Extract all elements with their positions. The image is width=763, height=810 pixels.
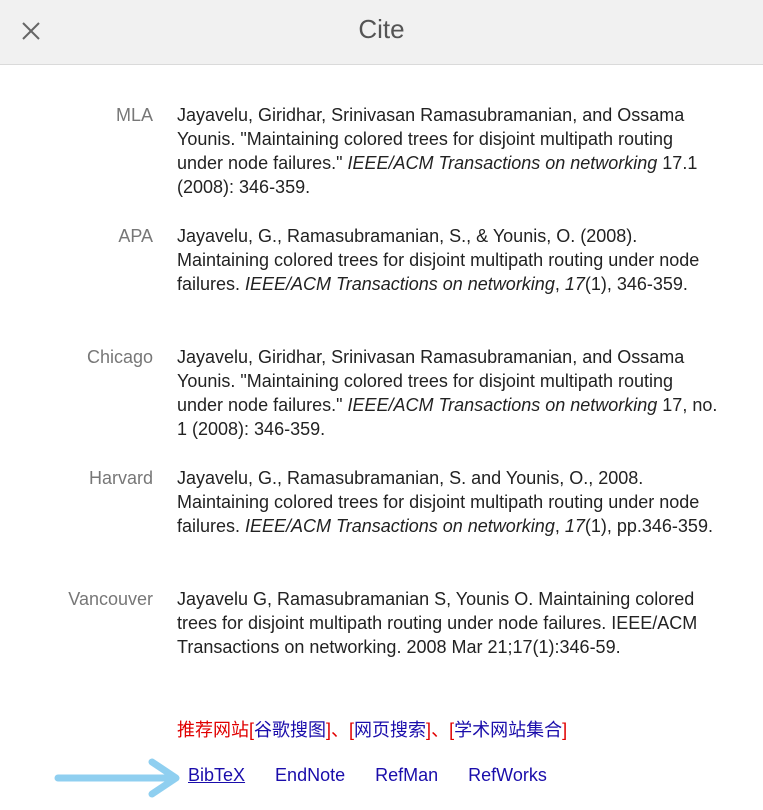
citation-row-harvard: Harvard Jayavelu, G., Ramasubramanian, S.… bbox=[0, 466, 763, 562]
citation-format-label: MLA bbox=[115, 105, 153, 125]
citation-italic-part: 17 bbox=[564, 516, 585, 536]
citation-format-label: Harvard bbox=[88, 468, 153, 488]
link-academic-sites[interactable]: 学术网站集合 bbox=[454, 720, 562, 740]
citation-row-apa: APA Jayavelu, G., Ramasubramanian, S., & … bbox=[0, 224, 763, 320]
refworks-link[interactable]: RefWorks bbox=[468, 765, 547, 785]
export-links: BibTeX EndNote RefMan RefWorks bbox=[188, 763, 577, 787]
citation-text[interactable]: Jayavelu G, Ramasubramanian S, Younis O.… bbox=[177, 587, 722, 659]
citation-format-label: Chicago bbox=[86, 347, 153, 367]
citation-text[interactable]: Jayavelu, G., Ramasubramanian, S. and Yo… bbox=[177, 466, 722, 538]
citation-part: Jayavelu G, Ramasubramanian S, Younis O.… bbox=[177, 589, 698, 657]
dialog-header: Cite bbox=[0, 0, 763, 65]
citation-row-mla: MLA Jayavelu, Giridhar, Srinivasan Ramasu… bbox=[0, 103, 763, 199]
link-google-image-search[interactable]: 谷歌搜图 bbox=[254, 720, 326, 740]
link-web-search[interactable]: 网页搜索 bbox=[354, 720, 426, 740]
citation-format-label: Vancouver bbox=[68, 589, 153, 609]
citation-format-label: APA bbox=[118, 226, 153, 246]
citation-italic-part: IEEE/ACM Transactions on networking bbox=[347, 395, 658, 415]
bracket-close: ] bbox=[562, 720, 568, 740]
citation-part: , bbox=[554, 274, 565, 294]
citation-italic-part: IEEE/ACM Transactions on networking bbox=[347, 153, 658, 173]
citation-table: MLA Jayavelu, Giridhar, Srinivasan Ramasu… bbox=[0, 103, 763, 708]
citation-italic-part: IEEE/ACM Transactions on networking bbox=[245, 516, 555, 536]
citation-text[interactable]: Jayavelu, Giridhar, Srinivasan Ramasubra… bbox=[177, 103, 722, 199]
citation-part: (1), 346-359. bbox=[584, 274, 688, 294]
citation-italic-part: 17 bbox=[564, 274, 585, 294]
citation-row-vancouver: Vancouver Jayavelu G, Ramasubramanian S, … bbox=[0, 587, 763, 683]
citation-part: , bbox=[554, 516, 565, 536]
citation-text[interactable]: Jayavelu, Giridhar, Srinivasan Ramasubra… bbox=[177, 345, 722, 441]
recommended-sites: 推荐网站[谷歌搜图]、[网页搜索]、[学术网站集合] bbox=[177, 718, 567, 742]
pointer-arrow-icon bbox=[54, 758, 180, 798]
separator: 、 bbox=[331, 720, 350, 740]
refman-link[interactable]: RefMan bbox=[375, 765, 438, 785]
dialog-title: Cite bbox=[358, 14, 405, 44]
citation-italic-part: IEEE/ACM Transactions on networking bbox=[245, 274, 555, 294]
citation-row-chicago: Chicago Jayavelu, Giridhar, Srinivasan Ra… bbox=[0, 345, 763, 441]
citation-text[interactable]: Jayavelu, G., Ramasubramanian, S., & You… bbox=[177, 224, 722, 296]
endnote-link[interactable]: EndNote bbox=[275, 765, 345, 785]
recommended-prefix: 推荐网站 bbox=[177, 720, 249, 740]
separator: 、 bbox=[431, 720, 450, 740]
bibtex-link[interactable]: BibTeX bbox=[188, 765, 245, 785]
citation-part: (1), pp.346-359. bbox=[584, 516, 713, 536]
